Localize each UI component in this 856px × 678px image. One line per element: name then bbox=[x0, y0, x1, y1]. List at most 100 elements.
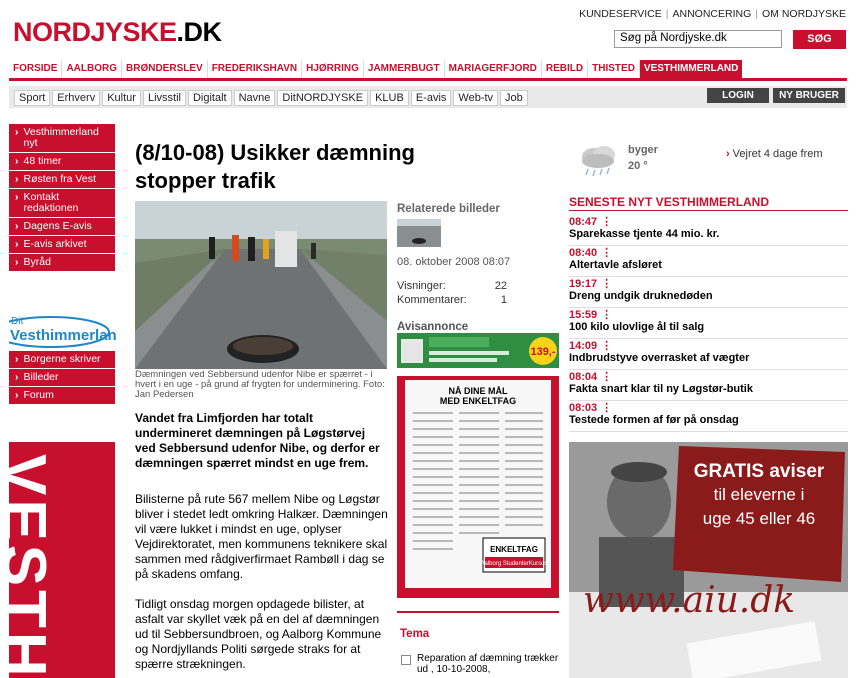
annoncering-link[interactable]: ANNONCERING bbox=[672, 8, 751, 20]
left-sidebar: › Vesthimmerland nyt › 48 timer › Røsten fr… bbox=[9, 124, 115, 272]
nav-thisted[interactable]: THISTED bbox=[588, 60, 640, 78]
svg-text:NÅ DINE MÅL: NÅ DINE MÅL bbox=[449, 386, 508, 396]
svg-text:MED ENKELTFAG: MED ENKELTFAG bbox=[440, 396, 516, 406]
comments-count[interactable]: 1 bbox=[501, 293, 507, 307]
arrow-icon: › bbox=[15, 126, 19, 138]
section-nav: Sport Erhverv Kultur Livsstil Digitalt N… bbox=[9, 86, 847, 108]
svg-text:Vesthimmerland: Vesthimmerland bbox=[10, 327, 117, 344]
weather-4-days-link[interactable]: › Vejret 4 dage frem bbox=[726, 148, 823, 160]
news-item[interactable]: 08:04 ⋮ Fakta snart klar til ny Løgstør-bu… bbox=[569, 370, 848, 401]
news-item[interactable]: 08:03 ⋮ Testede formen af før på onsdag bbox=[569, 401, 848, 432]
views-label: Visninger: bbox=[397, 280, 446, 292]
left-sidebar-secondary: › Borgerne skriver › Billeder › Forum bbox=[9, 351, 115, 405]
nav-jammerbugt[interactable]: JAMMERBUGT bbox=[364, 60, 445, 78]
news-time: 19:17 bbox=[569, 278, 598, 290]
register-button[interactable]: NY BRUGER bbox=[773, 88, 845, 103]
sidebar-item-kontakt[interactable]: › Kontakt redaktionen bbox=[9, 189, 115, 218]
arrow-icon: › bbox=[15, 191, 19, 203]
arrow-icon: › bbox=[15, 371, 19, 383]
nav-frederikshavn[interactable]: FREDERIKSHAVN bbox=[208, 60, 303, 78]
sidebar-item-byraad[interactable]: › Byråd bbox=[9, 254, 115, 272]
news-title[interactable]: Testede formen af før på onsdag bbox=[569, 414, 848, 427]
search-input[interactable]: Søg på Nordjyske.dk bbox=[614, 30, 782, 48]
related-images-title: Relaterede billeder bbox=[397, 203, 500, 215]
tema-item[interactable]: Reparation af dæmning trækker ud , 10-10… bbox=[401, 653, 559, 675]
tab-web-tv[interactable]: Web-tv bbox=[453, 90, 499, 106]
article-date: 08. oktober 2008 08:07 bbox=[397, 256, 511, 268]
arrow-icon: › bbox=[15, 155, 19, 167]
news-time: 15:59 bbox=[569, 309, 598, 321]
nav-mariagerfjord[interactable]: MARIAGERFJORD bbox=[445, 60, 542, 78]
nav-rebild[interactable]: REBILD bbox=[542, 60, 589, 78]
news-title[interactable]: Dreng undgik druknedøden bbox=[569, 290, 848, 303]
enkeltfag-ad[interactable]: NÅ DINE MÅL MED ENKELTFAG ENKELTFAG Aalb… bbox=[397, 376, 559, 598]
sidebar-item-borgerne-skriver[interactable]: › Borgerne skriver bbox=[9, 351, 115, 369]
article-photo[interactable] bbox=[135, 201, 387, 369]
svg-text:GRATIS aviser: GRATIS aviser bbox=[694, 461, 825, 482]
svg-text:til eleverne i: til eleverne i bbox=[714, 485, 805, 504]
photo-caption: Dæmningen ved Sebbersund udenfor Nibe er… bbox=[135, 369, 385, 400]
om-nordjyske-link[interactable]: OM NORDJYSKE bbox=[762, 8, 846, 20]
news-time: 08:04 bbox=[569, 371, 598, 383]
nav-vesthimmerland[interactable]: VESTHIMMERLAND bbox=[639, 60, 743, 78]
sidebar-item-48-timer[interactable]: › 48 timer bbox=[9, 153, 115, 171]
news-title[interactable]: 100 kilo ulovlige ål til salg bbox=[569, 321, 848, 334]
sidebar-item-billeder[interactable]: › Billeder bbox=[9, 369, 115, 387]
region-nav: FORSIDE AALBORG BRØNDERSLEV FREDERIKSHAV… bbox=[9, 60, 743, 78]
article-paragraph: Bilisterne på rute 567 mellem Nibe og Lø… bbox=[135, 492, 388, 581]
avisannonce-banner[interactable]: 139,- bbox=[397, 333, 559, 368]
article-lead: Vandet fra Limfjorden har totalt undermi… bbox=[135, 411, 380, 470]
sidebar-item-forum[interactable]: › Forum bbox=[9, 387, 115, 405]
sidebar-item-vesthimmerland-nyt[interactable]: › Vesthimmerland nyt bbox=[9, 124, 115, 153]
login-button[interactable]: LOGIN bbox=[707, 88, 769, 103]
tab-ditnordjyske[interactable]: DitNORDJYSKE bbox=[277, 90, 369, 106]
gratis-aviser-ad[interactable]: GRATIS aviser til eleverne i uge 45 elle… bbox=[569, 442, 848, 678]
top-links: KUNDESERVICE | ANNONCERING | OM NORDJYSKE bbox=[579, 8, 846, 20]
news-title[interactable]: Fakta snart klar til ny Løgstør-butik bbox=[569, 383, 848, 396]
news-title[interactable]: Indbrudstyve overrasket af vægter bbox=[569, 352, 848, 365]
news-item[interactable]: 08:40 ⋮ Altertavle afsløret bbox=[569, 246, 848, 277]
svg-text:ENKELTFAG: ENKELTFAG bbox=[490, 545, 538, 554]
nav-aalborg[interactable]: AALBORG bbox=[62, 60, 123, 78]
sidebar-item-e-avis-arkivet[interactable]: › E-avis arkivet bbox=[9, 236, 115, 254]
nav-broenderslev[interactable]: BRØNDERSLEV bbox=[122, 60, 208, 78]
search-button[interactable]: SØG bbox=[793, 30, 846, 49]
tab-job[interactable]: Job bbox=[500, 90, 528, 106]
vesthimmerland-vertical-banner[interactable]: VESTHI bbox=[9, 442, 115, 678]
tab-digitalt[interactable]: Digitalt bbox=[187, 90, 232, 106]
arrow-icon: › bbox=[726, 148, 730, 160]
tab-kultur[interactable]: Kultur bbox=[102, 90, 141, 106]
tab-e-avis[interactable]: E-avis bbox=[410, 90, 452, 106]
comments-label: Kommentarer: bbox=[397, 294, 467, 306]
site-logo[interactable]: NORDJYSKE.DK bbox=[13, 17, 222, 48]
sidebar-item-roesten[interactable]: › Røsten fra Vest bbox=[9, 171, 115, 189]
tab-navne[interactable]: Navne bbox=[233, 90, 276, 106]
dit-vesthimmerland-logo[interactable]: Dit Vesthimmerland bbox=[0, 306, 126, 348]
tab-klub[interactable]: KLUB bbox=[370, 90, 409, 106]
tema-divider bbox=[397, 611, 559, 613]
news-title[interactable]: Sparekasse tjente 44 mio. kr. bbox=[569, 228, 848, 241]
arrow-icon: › bbox=[15, 389, 19, 401]
article-paragraph: Tidligt onsdag morgen opdagede bilister,… bbox=[135, 597, 382, 671]
news-title[interactable]: Altertavle afsløret bbox=[569, 259, 848, 272]
kundeservice-link[interactable]: KUNDESERVICE bbox=[579, 8, 662, 20]
tab-livsstil[interactable]: Livsstil bbox=[142, 90, 186, 106]
news-item[interactable]: 08:47 ⋮ Sparekasse tjente 44 mio. kr. bbox=[569, 215, 848, 246]
tab-erhverv[interactable]: Erhverv bbox=[52, 90, 101, 106]
news-time: 14:09 bbox=[569, 340, 598, 352]
news-item[interactable]: 15:59 ⋮ 100 kilo ulovlige ål til salg bbox=[569, 308, 848, 339]
news-time: 08:47 bbox=[569, 216, 598, 228]
svg-text:uge 45 eller 46: uge 45 eller 46 bbox=[703, 509, 815, 528]
page: KUNDESERVICE | ANNONCERING | OM NORDJYSKE NO… bbox=[0, 0, 856, 678]
news-item[interactable]: 14:09 ⋮ Indbrudstyve overrasket af vægter bbox=[569, 339, 848, 370]
sidebar-item-dagens-e-avis[interactable]: › Dagens E-avis bbox=[9, 218, 115, 236]
tab-sport[interactable]: Sport bbox=[14, 90, 51, 106]
arrow-icon: › bbox=[15, 173, 19, 185]
related-image-thumbnail[interactable] bbox=[397, 219, 441, 247]
news-item[interactable]: 19:17 ⋮ Dreng undgik druknedøden bbox=[569, 277, 848, 308]
nav-forside[interactable]: FORSIDE bbox=[9, 60, 63, 78]
nav-hjoerring[interactable]: HJØRRING bbox=[302, 60, 364, 78]
svg-text:www.aiu.dk: www.aiu.dk bbox=[583, 580, 795, 621]
news-time: 08:40 bbox=[569, 247, 598, 259]
weather-temperature: 20 ° bbox=[628, 160, 648, 172]
